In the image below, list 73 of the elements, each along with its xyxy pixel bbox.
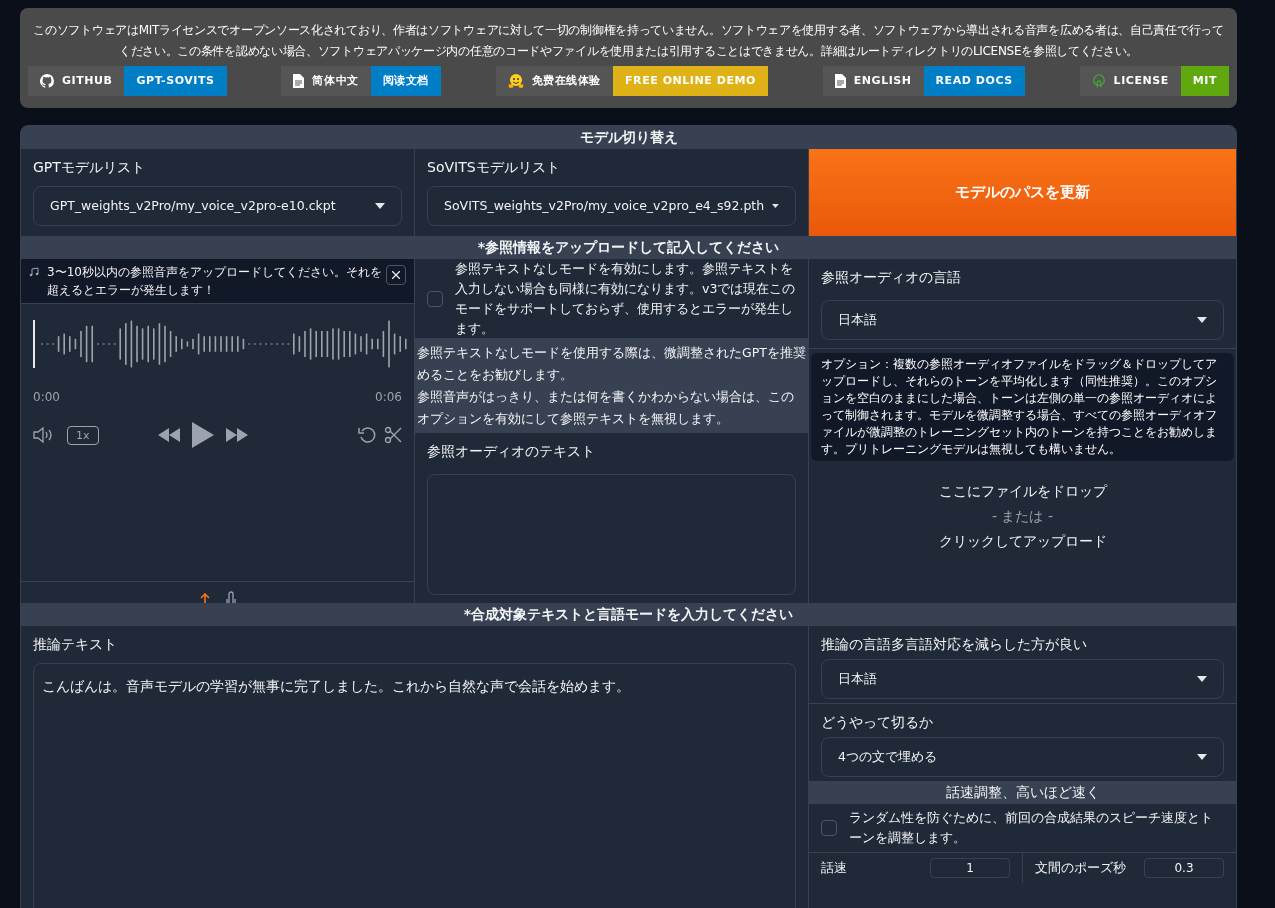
badge-label: 免费在线体验	[495, 66, 614, 96]
license-notice: このソフトウェアはMITライセンスでオープンソース化されており、作者はソフトウェアに対して一切の制御権を持っていません。ソフトウェアを使用する者、ソフトウェアから導出される音声を広める者は、自己責任で行ってください。この条件を認めない場合、ソフトウェアパッケージ内の任意のコードやファイルを使用または引用することはできません。詳細はルートディレクトリのLICENSEを参照してください。	[32, 22, 1225, 60]
play-icon[interactable]	[192, 422, 215, 448]
close-button[interactable]	[386, 265, 406, 285]
hint-text: 参照音声がはっきり、または何を書くかわからない場合は、このオプションを有効にして参照テキストを無視します。	[417, 388, 795, 428]
duration: 0:06	[375, 389, 402, 406]
model-dropdown[interactable]: SoVITS_weights_v2Pro/my_voice_v2pro_e4_s92.pth	[427, 186, 796, 226]
badge-link[interactable]: 简体中文 阅读文档	[281, 66, 441, 96]
caret-icon	[772, 203, 779, 209]
field-label: 推論の言語多言語対応を減らした方が良い	[821, 635, 1088, 654]
rewind-icon[interactable]	[158, 428, 181, 442]
badge-link[interactable]: 免费在线体验 FREE ONLINE DEMO	[495, 66, 768, 96]
caret-icon	[1197, 754, 1207, 760]
hint-text: 参照テキストなしモードを使用する際は、微調整されたGPTを推奨めることをお勧びします。	[417, 344, 806, 384]
badge-value: READ DOCS	[923, 66, 1025, 96]
section-header: *合成対象テキストと言語モードを入力してください	[21, 603, 1236, 626]
badge-link[interactable]: LICENSE MIT	[1079, 66, 1229, 96]
speed-field[interactable]: 1	[930, 858, 1010, 878]
badge-label: ENGLISH	[822, 66, 924, 96]
caret-icon	[1197, 317, 1207, 323]
caret-icon	[1197, 676, 1207, 682]
field-label: SoVITSモデルリスト	[427, 158, 561, 177]
section-header: モデル切り替え	[21, 126, 1236, 149]
fast-forward-icon[interactable]	[226, 428, 249, 442]
microphone-icon[interactable]	[225, 591, 236, 603]
volume-icon[interactable]	[33, 427, 55, 443]
upload-text: クリックしてアップロード	[938, 532, 1107, 551]
badge-value: 阅读文档	[370, 66, 441, 96]
split-method-dropdown[interactable]: 4つの文で埋める	[821, 737, 1224, 777]
smiley-icon	[507, 73, 524, 89]
checkbox[interactable]	[427, 290, 443, 307]
language-dropdown[interactable]: 日本語	[821, 300, 1224, 340]
model-dropdown[interactable]: GPT_weights_v2Pro/my_voice_v2pro-e10.ckpt	[33, 186, 402, 226]
badge-label: 简体中文	[281, 66, 371, 96]
pause-field[interactable]: 0.3	[1144, 858, 1224, 878]
language-dropdown[interactable]: 日本語	[821, 659, 1224, 699]
caret-icon	[375, 203, 385, 209]
license-icon	[1091, 74, 1106, 88]
badge-value: FREE ONLINE DEMO	[613, 66, 768, 96]
github-icon	[40, 74, 54, 88]
upload-icon[interactable]	[199, 593, 210, 603]
field-label: 文間のポーズ秒	[1035, 859, 1126, 878]
checkbox-label: ランダム性を防ぐために、前回の合成結果のスピーチ速度とトーンを調整します。	[849, 809, 1214, 847]
drop-text: ここにファイルをドロップ	[938, 482, 1107, 501]
checkbox[interactable]	[821, 820, 837, 836]
field-label: どうやって切るか	[821, 713, 934, 732]
badge-label: GITHUB	[28, 66, 125, 96]
playback-speed-button[interactable]: 1x	[67, 425, 99, 445]
document-icon	[834, 74, 846, 88]
badge-value: MIT	[1180, 66, 1229, 96]
or-text: - または -	[992, 507, 1053, 526]
badge-value: GPT-SOVITS	[124, 66, 227, 96]
field-label: 参照オーディオの言語	[821, 268, 962, 287]
tooltip: オプション：複数の参照オーディオファイルをドラッグ＆ドロップしてアップロードし、それらのトーンを平均化します（同性推奨）。このオプションを空白のままにした場合、トーンは左側の単一の参照オーディオによって制御されます。モデルを微調整する場合、すべての参照オーディオファイルが微調整のトレーニングセット内のトーンを持つことをお勧めします。プリトレーニングモデルは無視しても構いません。	[811, 353, 1234, 461]
inference-text-field[interactable]: こんばんは。音声モデルの学習が無事に完了しました。これから自然な声で会話を始めます。	[33, 663, 796, 908]
field-label: GPTモデルリスト	[33, 158, 146, 177]
close-icon	[392, 271, 400, 279]
badge-link[interactable]: ENGLISH READ DOCS	[822, 66, 1025, 96]
field-label: 話速	[821, 859, 847, 878]
reference-text-field[interactable]	[427, 474, 796, 595]
current-time: 0:00	[33, 389, 60, 406]
checkbox-label: 参照テキストなしモードを有効にします。参照テキストを入力しない場合も同様に有効になります。v3では現在このモードをサポートしておらず、使用するとエラーが発生します。	[455, 259, 796, 338]
notice-text: 3〜10秒以内の参照音声をアップロードしてください。それを超えるとエラーが発生します！	[47, 264, 382, 299]
badge-label: LICENSE	[1079, 66, 1181, 96]
undo-icon[interactable]	[358, 426, 376, 444]
music-note-icon	[29, 267, 39, 277]
scissors-icon[interactable]	[384, 426, 402, 444]
field-label: 推論テキスト	[33, 635, 118, 654]
subsection-header: 話速調整、高いほど速く	[809, 781, 1236, 804]
document-icon	[293, 74, 305, 88]
badge-link[interactable]: GITHUB GPT-SOVITS	[28, 66, 227, 96]
field-label: 参照オーディオのテキスト	[427, 442, 596, 461]
section-header: *参照情報をアップロードして記入してください	[21, 236, 1236, 259]
